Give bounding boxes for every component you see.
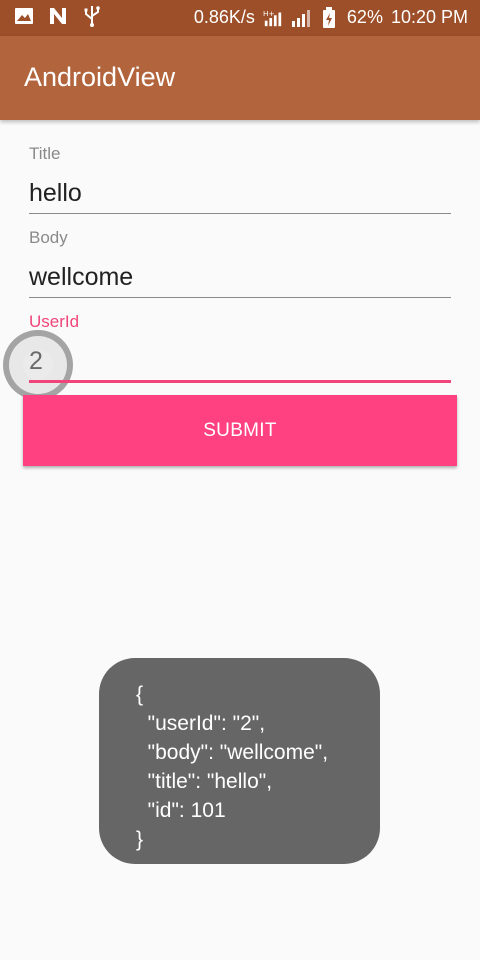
title-label: Title <box>29 144 61 163</box>
app-title: AndroidView <box>24 62 176 92</box>
userid-underline <box>29 380 451 383</box>
body-input[interactable]: wellcome <box>29 263 133 292</box>
userid-label: UserId <box>29 312 80 331</box>
status-bar: 0.86K/s H+ 62% 10:20 PM <box>0 0 480 36</box>
signal-icon <box>291 8 311 28</box>
body-label: Body <box>29 228 68 247</box>
battery-icon <box>319 6 339 28</box>
title-underline <box>29 213 451 214</box>
body-underline <box>29 297 451 298</box>
network-speed: 0.86K/s <box>193 7 255 27</box>
title-input[interactable]: hello <box>29 179 82 208</box>
clock: 10:20 PM <box>390 7 468 27</box>
userid-input[interactable]: 2 <box>29 347 43 376</box>
usb-icon <box>82 6 102 27</box>
n-icon <box>48 6 68 26</box>
submit-button[interactable]: SUBMIT <box>23 395 457 466</box>
app-bar: AndroidView <box>0 36 480 120</box>
hplus-signal-icon: H+ <box>263 8 283 28</box>
toast-text: { "userId": "2", "body": "wellcome", "ti… <box>136 683 329 851</box>
image-icon <box>14 6 34 26</box>
svg-text:H+: H+ <box>263 9 275 18</box>
battery-percent: 62% <box>346 7 383 27</box>
response-toast: { "userId": "2", "body": "wellcome", "ti… <box>99 658 380 864</box>
